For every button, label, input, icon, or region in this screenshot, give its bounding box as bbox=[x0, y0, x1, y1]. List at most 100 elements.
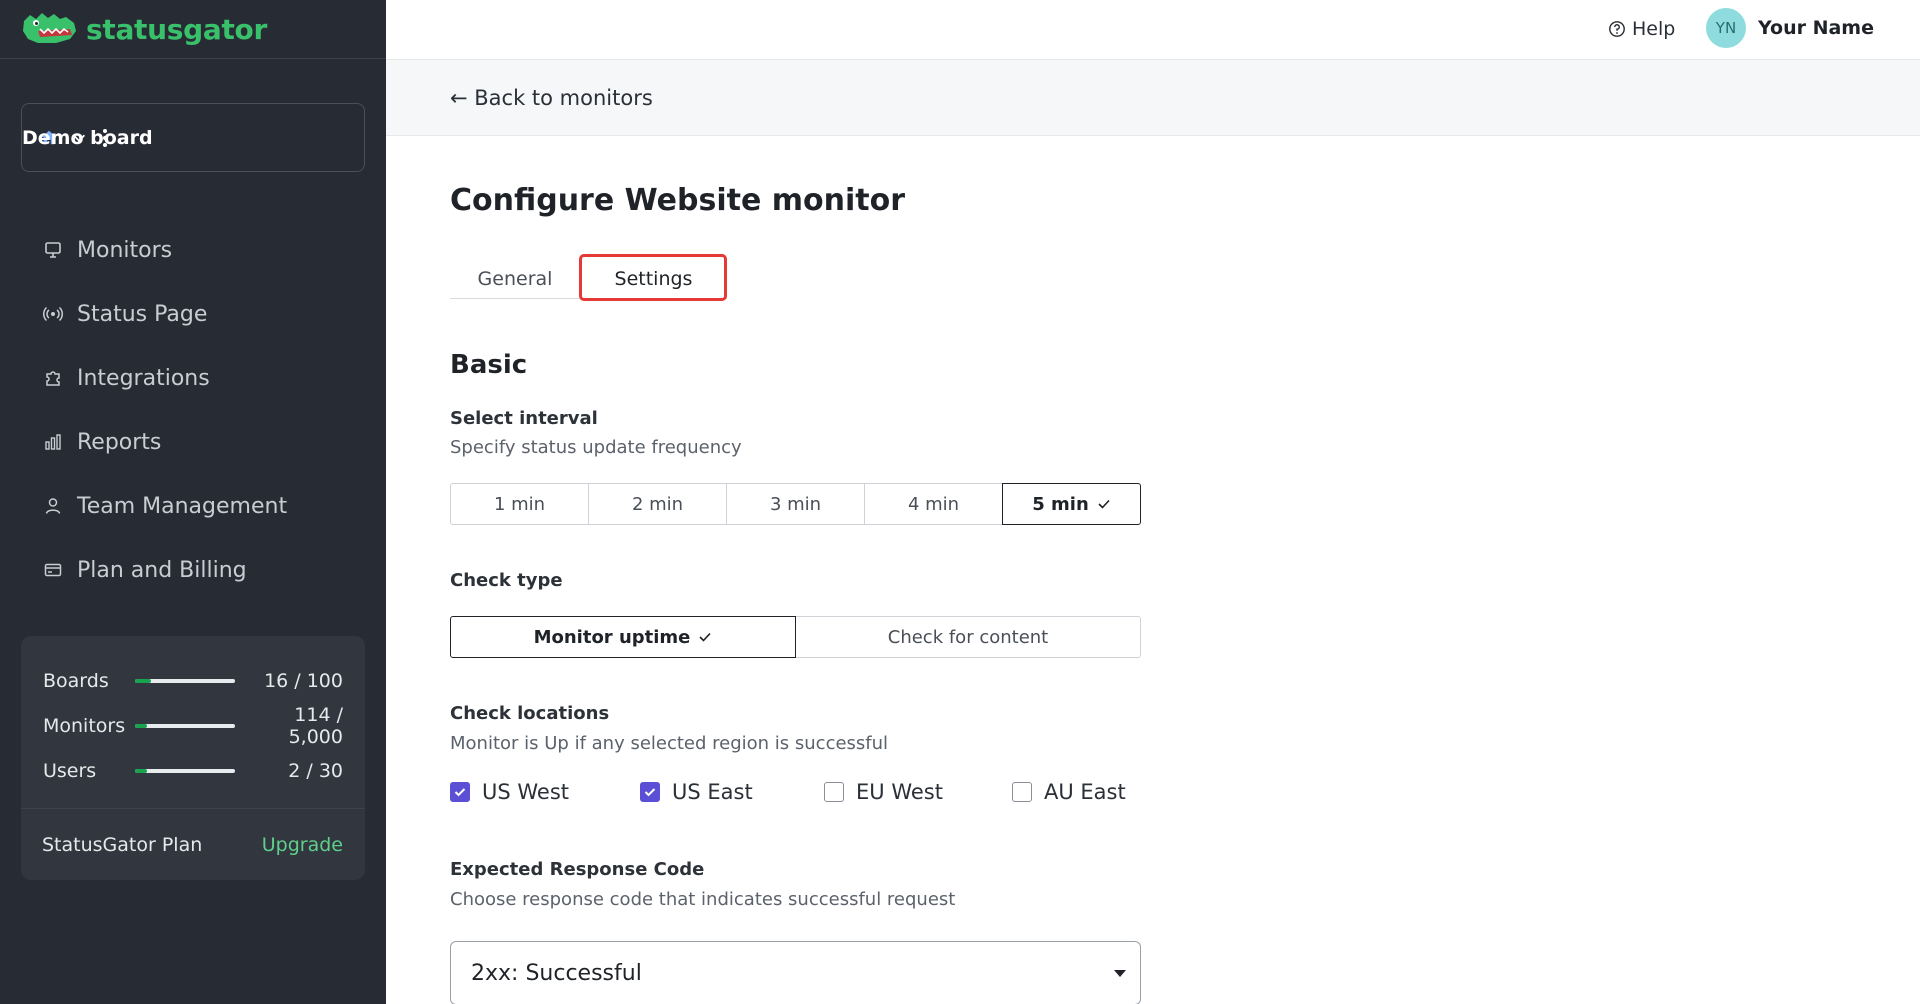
usage-progress-fill bbox=[135, 723, 147, 728]
monitor-icon bbox=[45, 242, 61, 258]
interval-option-5min[interactable]: 5 min bbox=[1002, 483, 1141, 525]
location-label: AU East bbox=[1044, 780, 1126, 804]
checkbox-unchecked[interactable] bbox=[1012, 782, 1032, 802]
check-type-selector: Monitor uptime Check for content bbox=[450, 616, 1141, 658]
check-type-check-content[interactable]: Check for content bbox=[795, 616, 1141, 658]
check-type-monitor-uptime[interactable]: Monitor uptime bbox=[450, 616, 796, 658]
usage-row-boards: Boards 16 / 100 bbox=[43, 658, 343, 703]
interval-selector: 1 min 2 min 3 min 4 min 5 min bbox=[450, 483, 1141, 525]
check-icon bbox=[644, 788, 656, 797]
locations-description: Monitor is Up if any selected region is … bbox=[450, 733, 889, 754]
check-icon bbox=[454, 788, 466, 797]
location-eu-west[interactable]: EU West bbox=[824, 780, 1012, 804]
topbar: Help YN Your Name bbox=[386, 0, 1920, 60]
bar-chart-icon bbox=[45, 434, 61, 450]
page-title: Configure Website monitor bbox=[450, 183, 906, 218]
response-code-label: Expected Response Code bbox=[450, 859, 705, 880]
sidebar-item-status-page[interactable]: Status Page bbox=[0, 282, 386, 346]
location-label: US West bbox=[482, 780, 570, 804]
tab-highlight-box bbox=[579, 254, 727, 301]
location-label: EU West bbox=[856, 780, 943, 804]
credit-card-icon bbox=[44, 563, 62, 577]
puzzle-icon bbox=[46, 371, 60, 386]
sidebar-item-label: Plan and Billing bbox=[77, 557, 247, 583]
usage-name: Monitors bbox=[43, 714, 126, 737]
section-title: Basic bbox=[450, 350, 528, 380]
location-us-west[interactable]: US West bbox=[450, 780, 640, 804]
usage-progress-bar bbox=[135, 678, 235, 683]
user-name: Your Name bbox=[1758, 17, 1874, 39]
interval-option-2min[interactable]: 2 min bbox=[588, 483, 727, 525]
brand[interactable]: statusgator bbox=[0, 0, 386, 59]
sidebar-item-integrations[interactable]: Integrations bbox=[0, 346, 386, 410]
sidebar-item-label: Team Management bbox=[77, 493, 288, 519]
option-label: 5 min bbox=[1032, 493, 1089, 515]
tab-general[interactable]: General bbox=[450, 260, 580, 298]
usage-value: 2 / 30 bbox=[288, 759, 343, 782]
help-label: Help bbox=[1632, 18, 1676, 40]
option-label: 1 min bbox=[493, 493, 546, 515]
help-link[interactable]: Help bbox=[1608, 14, 1675, 44]
check-type-label: Check type bbox=[450, 570, 563, 591]
checkbox-checked[interactable] bbox=[640, 782, 660, 802]
check-icon bbox=[1098, 499, 1110, 509]
avatar: YN bbox=[1706, 8, 1746, 48]
sidebar-item-monitors[interactable]: Monitors bbox=[0, 218, 386, 282]
sidebar: statusgator Demo board Monitors Status P… bbox=[0, 0, 386, 1004]
response-code-description: Choose response code that indicates succ… bbox=[450, 889, 956, 910]
usage-value: 16 / 100 bbox=[264, 669, 343, 692]
tabs: General Settings bbox=[450, 254, 727, 301]
sidebar-item-label: Reports bbox=[77, 429, 162, 455]
usage-value: 114 / 5,000 bbox=[288, 703, 343, 748]
brand-name: statusgator bbox=[86, 12, 267, 46]
plan-name: StatusGator Plan bbox=[42, 833, 203, 856]
usage-name: Users bbox=[43, 759, 97, 782]
sidebar-item-team-management[interactable]: Team Management bbox=[0, 474, 386, 538]
locations-label: Check locations bbox=[450, 703, 610, 724]
checkbox-unchecked[interactable] bbox=[824, 782, 844, 802]
check-icon bbox=[699, 632, 711, 642]
option-label: Check for content bbox=[887, 626, 1049, 648]
location-label: US East bbox=[672, 780, 753, 804]
interval-description: Specify status update frequency bbox=[450, 437, 742, 458]
back-to-monitors-link[interactable]: ← Back to monitors bbox=[450, 86, 653, 110]
usage-progress-fill bbox=[135, 768, 147, 773]
interval-label: Select interval bbox=[450, 408, 598, 429]
usage-row-users: Users 2 / 30 bbox=[43, 748, 343, 793]
sidebar-item-plan-billing[interactable]: Plan and Billing bbox=[0, 538, 386, 602]
broadcast-icon bbox=[43, 306, 63, 322]
select-value: 2xx: Successful bbox=[471, 960, 642, 986]
sidebar-item-reports[interactable]: Reports bbox=[0, 410, 386, 474]
location-au-east[interactable]: AU East bbox=[1012, 780, 1142, 804]
option-label: 4 min bbox=[907, 493, 960, 515]
locations-checkboxes: US West US East EU West AU East bbox=[450, 780, 1142, 804]
usage-row-monitors: Monitors 114 / 5,000 bbox=[43, 703, 343, 748]
usage-panel: Boards 16 / 100 Monitors 114 / 5,000 Use… bbox=[21, 636, 365, 880]
sidebar-item-label: Monitors bbox=[77, 237, 173, 263]
interval-option-1min[interactable]: 1 min bbox=[450, 483, 589, 525]
option-label: 3 min bbox=[769, 493, 822, 515]
option-label: Monitor uptime bbox=[533, 626, 691, 648]
sidebar-item-label: Integrations bbox=[77, 365, 210, 391]
user-menu[interactable]: YN Your Name bbox=[1706, 8, 1874, 48]
sidebar-item-label: Status Page bbox=[77, 301, 208, 327]
user-icon bbox=[45, 498, 61, 514]
sidebar-nav: Monitors Status Page Integrations Report… bbox=[0, 218, 386, 602]
plan-row: StatusGator Plan Upgrade bbox=[21, 809, 365, 880]
usage-progress-bar bbox=[135, 768, 235, 773]
upgrade-link[interactable]: Upgrade bbox=[262, 834, 343, 856]
board-selector[interactable]: Demo board bbox=[21, 103, 365, 172]
interval-option-3min[interactable]: 3 min bbox=[726, 483, 865, 525]
help-circle-icon bbox=[1609, 21, 1625, 37]
checkbox-checked[interactable] bbox=[450, 782, 470, 802]
response-code-select[interactable]: 2xx: Successful bbox=[450, 941, 1141, 1004]
usage-progress-fill bbox=[135, 678, 151, 683]
option-label: 2 min bbox=[631, 493, 684, 515]
caret-down-icon bbox=[1114, 970, 1126, 977]
gator-logo-icon bbox=[23, 13, 76, 43]
interval-option-4min[interactable]: 4 min bbox=[864, 483, 1003, 525]
back-bar: ← Back to monitors bbox=[386, 60, 1920, 136]
location-us-east[interactable]: US East bbox=[640, 780, 824, 804]
usage-progress-bar bbox=[135, 723, 235, 728]
usage-name: Boards bbox=[43, 669, 109, 692]
